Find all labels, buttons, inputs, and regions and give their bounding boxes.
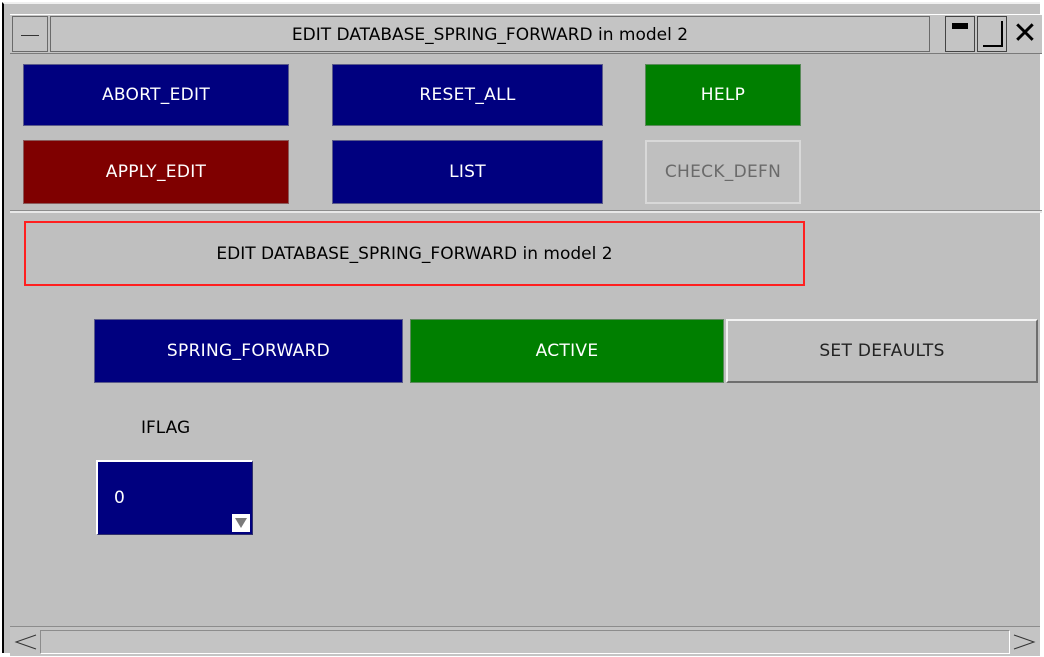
window-title: EDIT DATABASE_SPRING_FORWARD in model 2 [50, 16, 930, 52]
iflag-dropdown[interactable]: 0 [96, 460, 253, 535]
minimize-icon[interactable] [945, 16, 975, 52]
list-button[interactable]: LIST [332, 140, 603, 204]
maximize-icon[interactable] [977, 16, 1007, 52]
scroll-left-icon[interactable] [12, 633, 38, 651]
dropdown-arrow-icon[interactable] [232, 514, 250, 532]
system-menu-icon[interactable] [12, 16, 48, 52]
active-toggle[interactable]: ACTIVE [410, 319, 724, 383]
reset-all-button[interactable]: RESET_ALL [332, 64, 603, 126]
close-icon[interactable]: ✕ [1009, 16, 1041, 52]
scrollbar-track[interactable] [40, 630, 1010, 654]
check-defn-button[interactable]: CHECK_DEFN [645, 140, 801, 204]
apply-edit-button[interactable]: APPLY_EDIT [23, 140, 289, 204]
scroll-right-icon[interactable] [1012, 633, 1038, 651]
iflag-label: IFLAG [141, 418, 191, 438]
help-button[interactable]: HELP [645, 64, 801, 126]
edit-info-banner: EDIT DATABASE_SPRING_FORWARD in model 2 [24, 221, 805, 286]
abort-edit-button[interactable]: ABORT_EDIT [23, 64, 289, 126]
set-defaults-button[interactable]: SET DEFAULTS [726, 319, 1038, 383]
keyword-button[interactable]: SPRING_FORWARD [94, 319, 403, 383]
horizontal-scrollbar[interactable] [10, 626, 1040, 656]
iflag-value: 0 [114, 488, 125, 508]
divider [10, 210, 1042, 213]
edit-window: EDIT DATABASE_SPRING_FORWARD in model 2 … [2, 2, 1042, 656]
